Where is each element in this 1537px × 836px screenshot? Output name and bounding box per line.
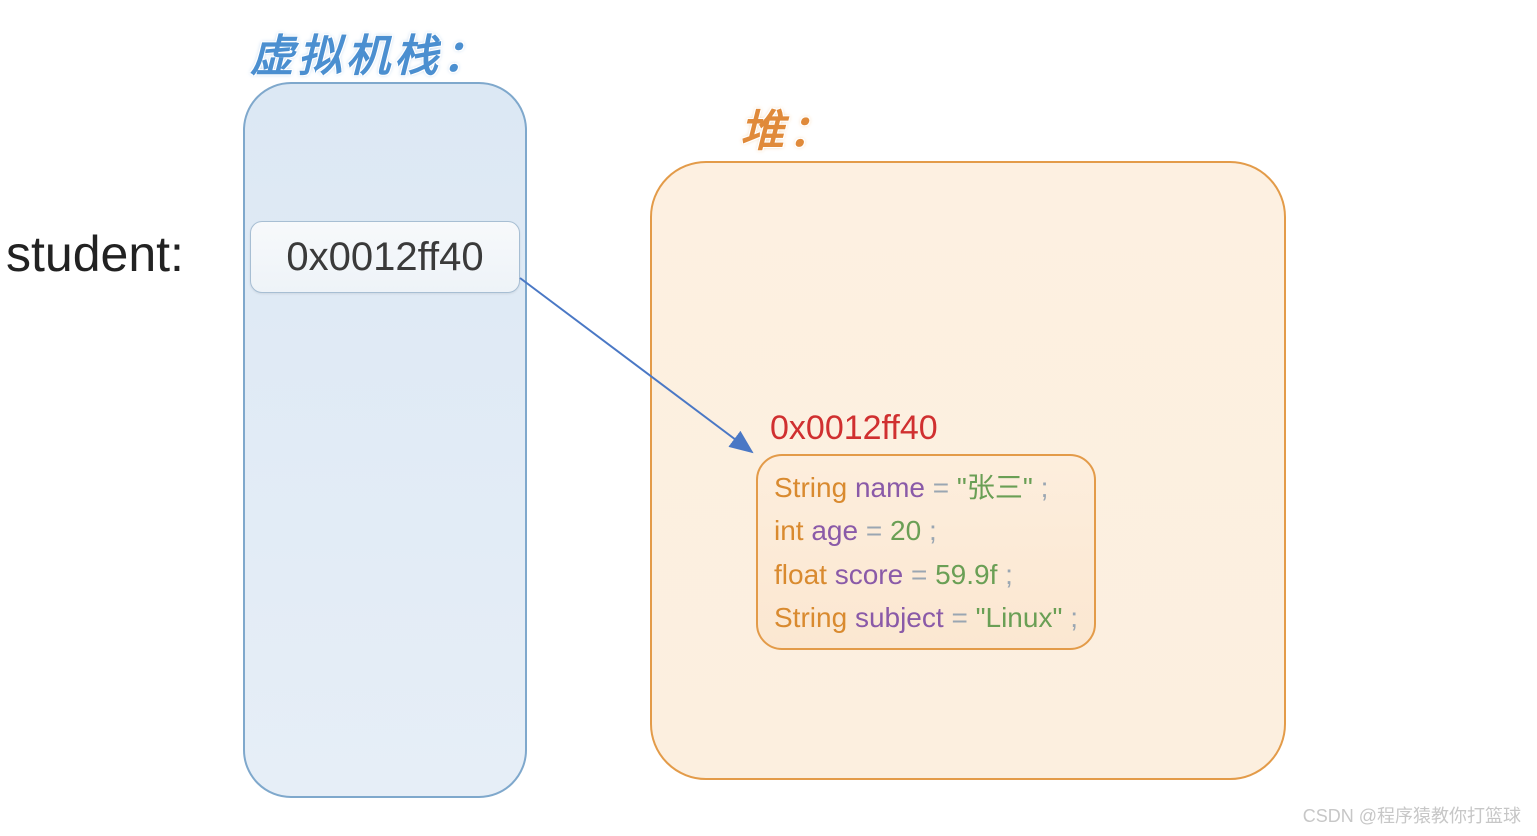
field-row: int age = 20 ;	[774, 509, 1078, 552]
field-value: 20	[890, 515, 921, 546]
stack-box	[243, 82, 527, 798]
field-name: score	[835, 559, 903, 590]
field-semi: ;	[929, 515, 937, 546]
field-semi: ;	[1005, 559, 1013, 590]
field-name: age	[811, 515, 858, 546]
stack-cell: 0x0012ff40	[250, 221, 520, 293]
heap-title: 堆：	[740, 95, 836, 159]
field-eq: =	[933, 472, 957, 503]
field-row: String name = "张三" ;	[774, 466, 1078, 509]
variable-label: student:	[6, 225, 184, 283]
field-value: "张三"	[957, 472, 1033, 503]
object-address: 0x0012ff40	[770, 409, 938, 448]
field-type: String	[774, 472, 847, 503]
field-type: float	[774, 559, 827, 590]
stack-title: 虚拟机栈：	[250, 20, 490, 84]
field-type: int	[774, 515, 804, 546]
stack-cell-value: 0x0012ff40	[286, 235, 483, 280]
field-name: name	[855, 472, 925, 503]
field-value: "Linux"	[976, 602, 1063, 633]
field-eq: =	[911, 559, 935, 590]
field-semi: ;	[1041, 472, 1049, 503]
object-box: String name = "张三" ; int age = 20 ; floa…	[756, 454, 1096, 650]
field-eq: =	[866, 515, 890, 546]
field-name: subject	[855, 602, 944, 633]
field-eq: =	[951, 602, 975, 633]
field-row: float score = 59.9f ;	[774, 553, 1078, 596]
field-row: String subject = "Linux" ;	[774, 596, 1078, 639]
field-type: String	[774, 602, 847, 633]
field-semi: ;	[1070, 602, 1078, 633]
watermark: CSDN @程序猿教你打篮球	[1303, 802, 1521, 828]
field-value: 59.9f	[935, 559, 997, 590]
